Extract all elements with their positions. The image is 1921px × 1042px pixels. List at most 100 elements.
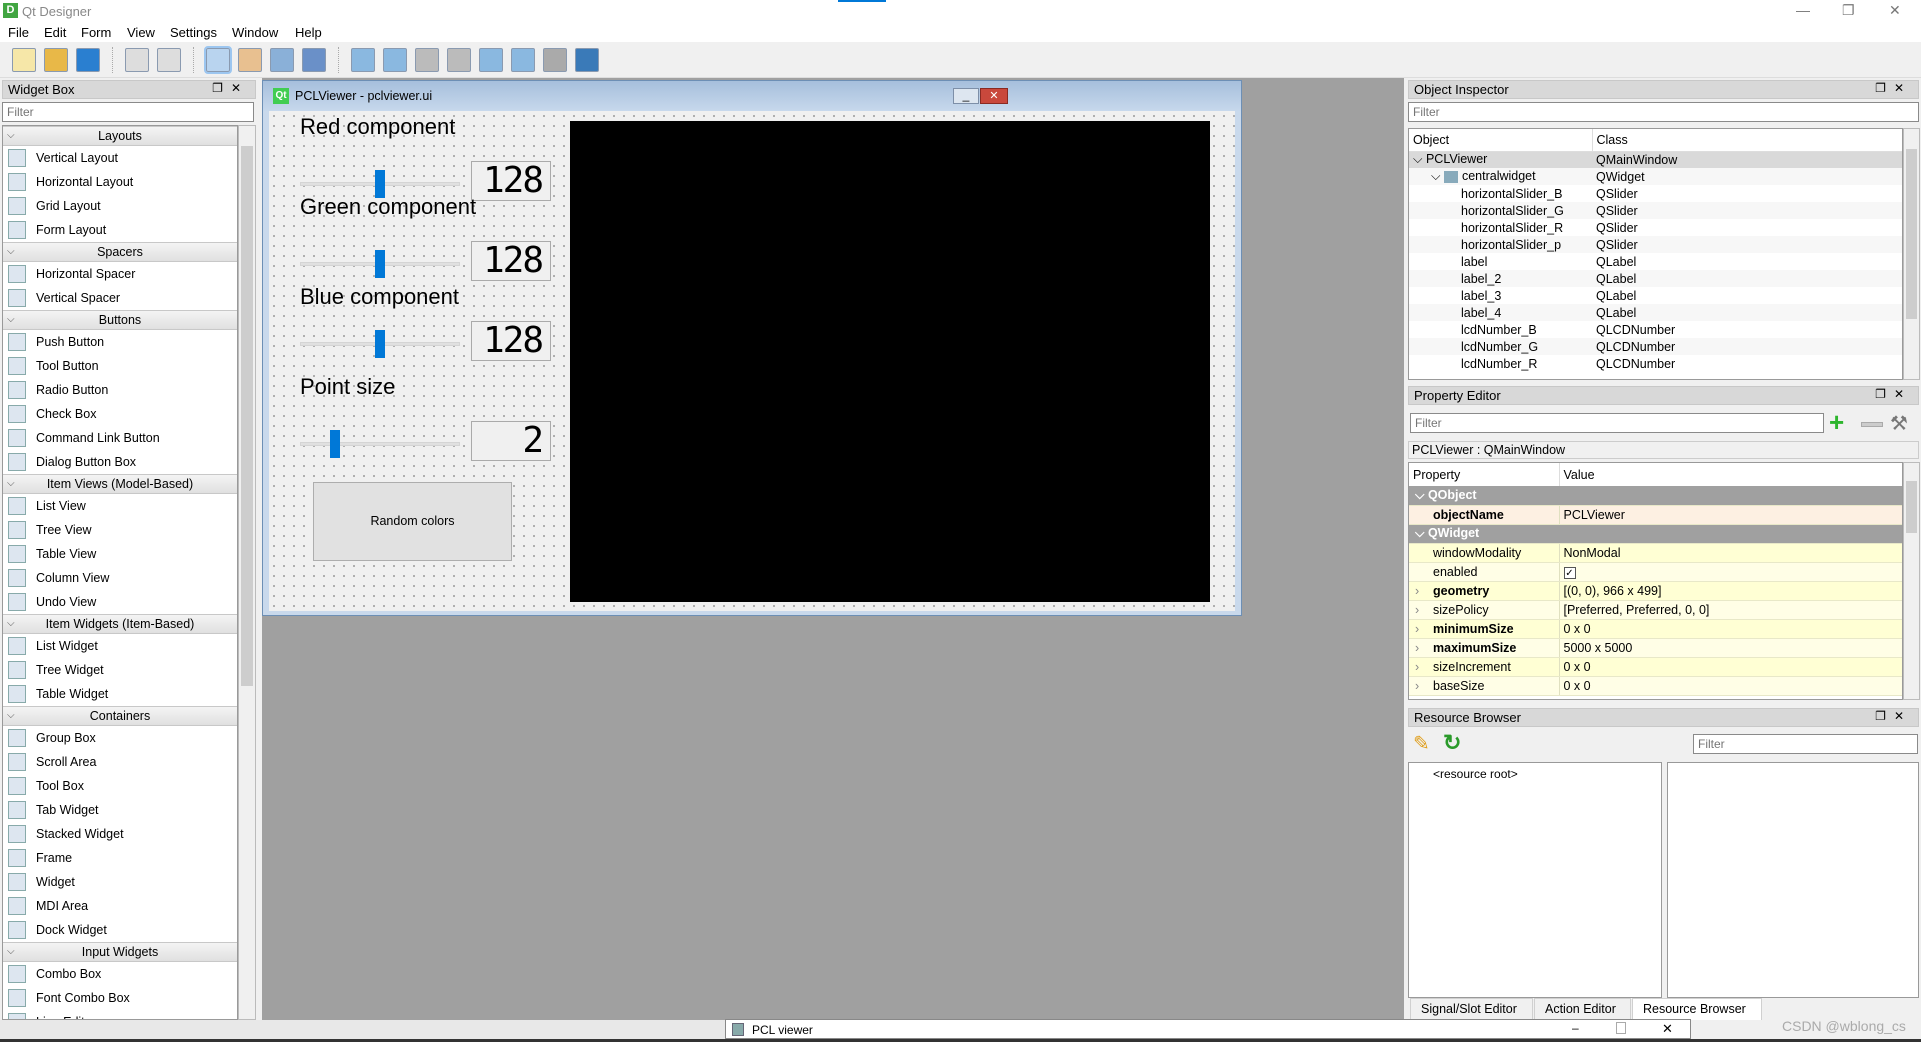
scrollbar-thumb[interactable] <box>1906 149 1917 319</box>
menu-form[interactable]: Form <box>81 25 111 40</box>
float-icon[interactable]: ❐ <box>212 81 231 95</box>
property-table-scrollbar[interactable] <box>1903 462 1920 700</box>
close-icon[interactable]: ✕ <box>1894 81 1912 95</box>
close-icon[interactable]: ✕ <box>231 81 249 95</box>
open-folder-icon[interactable] <box>44 47 68 72</box>
tab-resource-browser[interactable]: Resource Browser <box>1632 998 1762 1020</box>
column-value[interactable]: Value <box>1558 463 1902 486</box>
chevron-down-icon[interactable]: ⌵ <box>7 127 15 145</box>
widget-box-item[interactable]: Horizontal Spacer <box>3 262 237 286</box>
close-icon[interactable]: ✕ <box>1894 709 1912 723</box>
widget-box-item[interactable]: Grid Layout <box>3 194 237 218</box>
layout-form-icon[interactable] <box>511 47 535 72</box>
chevron-right-icon[interactable]: › <box>1415 660 1433 674</box>
widget-box-item[interactable]: Command Link Button <box>3 426 237 450</box>
property-row[interactable]: › sizeIncrement 0 x 0 <box>1409 657 1902 677</box>
property-group-row[interactable]: ⌵ QWidget <box>1409 524 1902 544</box>
property-value[interactable]: PCLViewer <box>1564 508 1625 522</box>
widget-box-item[interactable]: Stacked Widget <box>3 822 237 846</box>
edit-buddies-icon[interactable] <box>270 47 294 72</box>
object-tree-row[interactable]: label_3 QLabel <box>1409 287 1902 304</box>
property-group-row[interactable]: ⌵ QObject <box>1409 486 1902 506</box>
widget-box-item[interactable]: Tool Button <box>3 354 237 378</box>
widget-box-item[interactable]: Font Combo Box <box>3 986 237 1010</box>
chevron-down-icon[interactable]: ⌵ <box>1431 169 1444 183</box>
widget-category-header[interactable]: ⌵ Input Widgets <box>3 942 237 962</box>
property-value[interactable]: 0 x 0 <box>1564 660 1591 674</box>
chevron-right-icon[interactable]: › <box>1415 603 1433 617</box>
layout-grid-icon[interactable] <box>479 47 503 72</box>
green-slider-handle[interactable] <box>375 250 385 278</box>
widget-box-scrollbar[interactable] <box>238 125 256 1020</box>
object-tree-row[interactable]: horizontalSlider_B QSlider <box>1409 185 1902 202</box>
object-tree-row[interactable]: lcdNumber_G QLCDNumber <box>1409 338 1902 355</box>
property-value[interactable]: [(0, 0), 966 x 499] <box>1564 584 1662 598</box>
column-property[interactable]: Property <box>1409 463 1559 486</box>
column-class[interactable]: Class <box>1591 129 1902 151</box>
remove-dynamic-property-icon[interactable] <box>1861 422 1883 427</box>
reload-icon[interactable]: ↻ <box>1443 730 1461 756</box>
object-inspector-filter-input[interactable] <box>1408 102 1919 122</box>
chevron-down-icon[interactable]: ⌵ <box>7 243 15 261</box>
chevron-down-icon[interactable]: ⌵ <box>1415 526 1428 540</box>
layout-horizontal-icon[interactable] <box>351 47 375 72</box>
property-value[interactable]: 0 x 0 <box>1564 679 1591 693</box>
point-size-slider-track[interactable] <box>300 442 460 446</box>
blue-slider-handle[interactable] <box>375 330 385 358</box>
float-icon[interactable]: ❐ <box>1875 81 1894 95</box>
point-size-slider-handle[interactable] <box>330 430 340 458</box>
tab-action-editor[interactable]: Action Editor <box>1534 998 1631 1020</box>
menu-window[interactable]: Window <box>232 25 278 40</box>
property-filter-input[interactable] <box>1410 413 1824 433</box>
widget-box-filter-input[interactable] <box>2 102 254 122</box>
close-icon[interactable]: ✕ <box>1889 2 1901 19</box>
widget-category-header[interactable]: ⌵ Buttons <box>3 310 237 330</box>
chevron-down-icon[interactable]: ⌵ <box>7 615 15 633</box>
chevron-down-icon[interactable]: ⌵ <box>1415 488 1428 502</box>
widget-box-item[interactable]: Table Widget <box>3 682 237 706</box>
widget-box-item[interactable]: Vertical Layout <box>3 146 237 170</box>
edit-resources-pencil-icon[interactable]: ✎ <box>1413 731 1430 756</box>
form-minimize-button[interactable]: _ <box>953 88 979 104</box>
widget-box-item[interactable]: Undo View <box>3 590 237 614</box>
maximize-icon[interactable] <box>1616 1022 1626 1034</box>
widget-box-item[interactable]: Scroll Area <box>3 750 237 774</box>
new-file-icon[interactable] <box>12 47 36 72</box>
chevron-down-icon[interactable]: ⌵ <box>7 475 15 493</box>
layout-horizontal-splitter-icon[interactable] <box>415 47 439 72</box>
widget-box-item[interactable]: Vertical Spacer <box>3 286 237 310</box>
object-tree-row[interactable]: ⌵ PCLViewer QMainWindow <box>1409 151 1902 168</box>
close-icon[interactable]: ✕ <box>1662 1021 1673 1037</box>
chevron-right-icon[interactable]: › <box>1415 641 1433 655</box>
widget-category-header[interactable]: ⌵ Layouts <box>3 126 237 146</box>
widget-box-item[interactable]: Frame <box>3 846 237 870</box>
restore-icon[interactable]: ❐ <box>1842 2 1855 19</box>
resource-root-item[interactable]: <resource root> <box>1433 767 1518 781</box>
menu-help[interactable]: Help <box>295 25 322 40</box>
widget-box-item[interactable]: Table View <box>3 542 237 566</box>
widget-category-header[interactable]: ⌵ Containers <box>3 706 237 726</box>
object-tree-row[interactable]: label_4 QLabel <box>1409 304 1902 321</box>
chevron-down-icon[interactable]: ⌵ <box>1413 152 1426 166</box>
resource-filter-input[interactable] <box>1693 734 1918 754</box>
property-value[interactable]: NonModal <box>1564 546 1621 560</box>
chevron-right-icon[interactable]: › <box>1415 622 1433 636</box>
preview-window-title-bar[interactable]: PCL viewer – ✕ <box>725 1019 1691 1039</box>
object-tree-row[interactable]: lcdNumber_R QLCDNumber <box>1409 355 1902 372</box>
chevron-down-icon[interactable]: ⌵ <box>7 943 15 961</box>
widget-box-item[interactable]: Tree View <box>3 518 237 542</box>
widget-box-item[interactable]: Check Box <box>3 402 237 426</box>
widget-box-item[interactable]: Widget <box>3 870 237 894</box>
property-row[interactable]: › sizePolicy [Preferred, Preferred, 0, 0] <box>1409 600 1902 620</box>
form-window[interactable]: Qt PCLViewer - pclviewer.ui _ ✕ Red comp… <box>262 80 1242 616</box>
chevron-down-icon[interactable]: ⌵ <box>7 311 15 329</box>
scrollbar-thumb[interactable] <box>241 146 253 686</box>
minimize-icon[interactable]: — <box>1796 2 1810 18</box>
property-value[interactable]: 5000 x 5000 <box>1564 641 1633 655</box>
object-tree-row[interactable]: horizontalSlider_G QSlider <box>1409 202 1902 219</box>
enabled-checkbox[interactable]: ✓ <box>1563 566 1576 579</box>
menu-view[interactable]: View <box>127 25 155 40</box>
edit-tab-order-icon[interactable] <box>302 47 326 72</box>
widget-box-item[interactable]: Combo Box <box>3 962 237 986</box>
paste-icon[interactable] <box>157 47 181 72</box>
